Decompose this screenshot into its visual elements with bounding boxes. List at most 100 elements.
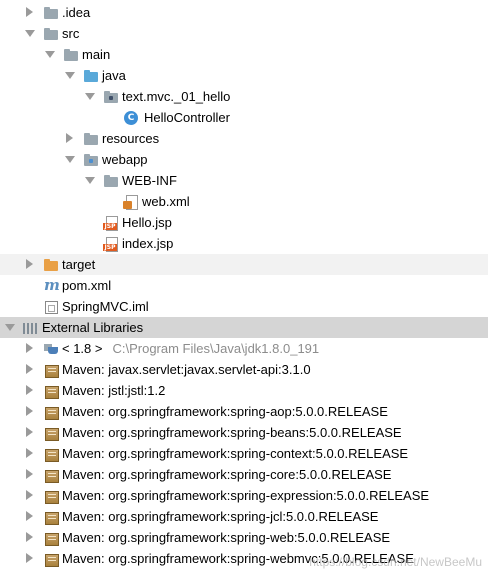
library-icon — [43, 551, 59, 567]
library-icon — [43, 530, 59, 546]
tree-item-label: Maven: org.springframework:spring-core:5… — [62, 467, 392, 482]
tree-item-hello-controller[interactable]: C HelloController — [0, 107, 488, 128]
folder-icon — [43, 5, 59, 21]
folder-icon — [43, 26, 59, 42]
jdk-path: C:\Program Files\Java\jdk1.8.0_191 — [112, 341, 320, 356]
expand-arrow-icon[interactable] — [26, 427, 33, 437]
xml-file-icon — [123, 194, 139, 210]
source-folder-icon — [83, 68, 99, 84]
library-icon — [43, 446, 59, 462]
expand-arrow-icon[interactable] — [26, 469, 33, 479]
tree-item-package[interactable]: text.mvc._01_hello — [0, 86, 488, 107]
tree-item-label: pom.xml — [62, 278, 112, 293]
tree-item-web-inf[interactable]: WEB-INF — [0, 170, 488, 191]
tree-item-label: Maven: org.springframework:spring-expres… — [62, 488, 430, 503]
tree-item-label: Maven: javax.servlet:javax.servlet-api:3… — [62, 362, 311, 377]
tree-item-external-libraries[interactable]: External Libraries — [0, 317, 488, 338]
expand-arrow-icon[interactable] — [26, 406, 33, 416]
expand-arrow-icon[interactable] — [26, 448, 33, 458]
tree-item-target[interactable]: target — [0, 254, 488, 275]
tree-item-library[interactable]: Maven: org.springframework:spring-web:5.… — [0, 527, 488, 548]
web-folder-icon — [83, 152, 99, 168]
tree-item-src[interactable]: src — [0, 23, 488, 44]
tree-item-library[interactable]: Maven: jstl:jstl:1.2 — [0, 380, 488, 401]
tree-item-label: Maven: org.springframework:spring-jcl:5.… — [62, 509, 379, 524]
tree-item-label: webapp — [102, 152, 148, 167]
tree-item-label: HelloController — [144, 110, 230, 125]
tree-item-jdk[interactable]: < 1.8 > C:\Program Files\Java\jdk1.8.0_19… — [0, 338, 488, 359]
excluded-folder-icon — [43, 257, 59, 273]
tree-item-label: SpringMVC.iml — [62, 299, 149, 314]
library-icon — [43, 467, 59, 483]
collapse-arrow-icon[interactable] — [65, 156, 75, 163]
tree-item-library[interactable]: Maven: org.springframework:spring-aop:5.… — [0, 401, 488, 422]
collapse-arrow-icon[interactable] — [25, 30, 35, 37]
folder-icon — [63, 47, 79, 63]
module-file-icon — [43, 299, 59, 315]
folder-icon — [103, 173, 119, 189]
tree-item-label: src — [62, 26, 80, 41]
tree-item-library[interactable]: Maven: org.springframework:spring-core:5… — [0, 464, 488, 485]
expand-arrow-icon[interactable] — [66, 133, 73, 143]
library-icon — [43, 425, 59, 441]
collapse-arrow-icon[interactable] — [85, 177, 95, 184]
tree-item-label: Maven: org.springframework:spring-web:5.… — [62, 530, 391, 545]
expand-arrow-icon[interactable] — [26, 364, 33, 374]
package-icon — [103, 89, 119, 105]
tree-item-main[interactable]: main — [0, 44, 488, 65]
tree-item-label: web.xml — [142, 194, 190, 209]
tree-item-library[interactable]: Maven: org.springframework:spring-expres… — [0, 485, 488, 506]
library-icon — [43, 404, 59, 420]
tree-item-webapp[interactable]: webapp — [0, 149, 488, 170]
tree-item-java[interactable]: java — [0, 65, 488, 86]
jsp-file-icon: JSP — [103, 236, 119, 252]
tree-item-label: index.jsp — [122, 236, 174, 251]
expand-arrow-icon[interactable] — [26, 343, 33, 353]
resources-folder-icon — [83, 131, 99, 147]
expand-arrow-icon[interactable] — [26, 385, 33, 395]
expand-arrow-icon[interactable] — [26, 259, 33, 269]
maven-icon: m — [44, 276, 60, 294]
tree-item-label: Maven: org.springframework:spring-aop:5.… — [62, 404, 388, 419]
tree-item-label: Maven: org.springframework:spring-contex… — [62, 446, 409, 461]
jdk-icon — [43, 341, 59, 357]
collapse-arrow-icon[interactable] — [45, 51, 55, 58]
expand-arrow-icon[interactable] — [26, 532, 33, 542]
tree-item-index-jsp[interactable]: JSP index.jsp — [0, 233, 488, 254]
tree-item-idea[interactable]: .idea — [0, 2, 488, 23]
tree-item-label: text.mvc._01_hello — [122, 89, 231, 104]
tree-item-library[interactable]: Maven: org.springframework:spring-contex… — [0, 443, 488, 464]
library-icon — [43, 488, 59, 504]
tree-item-label: WEB-INF — [122, 173, 177, 188]
expand-arrow-icon[interactable] — [26, 511, 33, 521]
tree-item-label: External Libraries — [42, 320, 144, 335]
tree-item-label: Maven: jstl:jstl:1.2 — [62, 383, 166, 398]
tree-item-label: main — [82, 47, 111, 62]
library-icon — [43, 383, 59, 399]
tree-item-iml[interactable]: SpringMVC.iml — [0, 296, 488, 317]
expand-arrow-icon[interactable] — [26, 7, 33, 17]
tree-item-library[interactable]: Maven: org.springframework:spring-jcl:5.… — [0, 506, 488, 527]
tree-item-resources[interactable]: resources — [0, 128, 488, 149]
tree-item-web-xml[interactable]: web.xml — [0, 191, 488, 212]
tree-item-label: target — [62, 257, 96, 272]
library-icon — [43, 509, 59, 525]
jdk-version: < 1.8 > — [62, 341, 103, 356]
tree-item-library[interactable]: Maven: javax.servlet:javax.servlet-api:3… — [0, 359, 488, 380]
tree-item-library[interactable]: Maven: org.springframework:spring-beans:… — [0, 422, 488, 443]
collapse-arrow-icon[interactable] — [85, 93, 95, 100]
tree-item-label: Hello.jsp — [122, 215, 172, 230]
expand-arrow-icon[interactable] — [26, 553, 33, 563]
tree-item-label: resources — [102, 131, 160, 146]
collapse-arrow-icon[interactable] — [65, 72, 75, 79]
tree-item-pom-xml[interactable]: m pom.xml — [0, 275, 488, 296]
tree-item-library[interactable]: Maven: org.springframework:spring-webmvc… — [0, 548, 488, 569]
jsp-file-icon: JSP — [103, 215, 119, 231]
collapse-arrow-icon[interactable] — [5, 324, 15, 331]
expand-arrow-icon[interactable] — [26, 490, 33, 500]
java-class-icon: C — [123, 110, 139, 126]
tree-item-label: Maven: org.springframework:spring-beans:… — [62, 425, 402, 440]
tree-item-label: .idea — [62, 5, 91, 20]
tree-item-hello-jsp[interactable]: JSP Hello.jsp — [0, 212, 488, 233]
library-icon — [43, 362, 59, 378]
